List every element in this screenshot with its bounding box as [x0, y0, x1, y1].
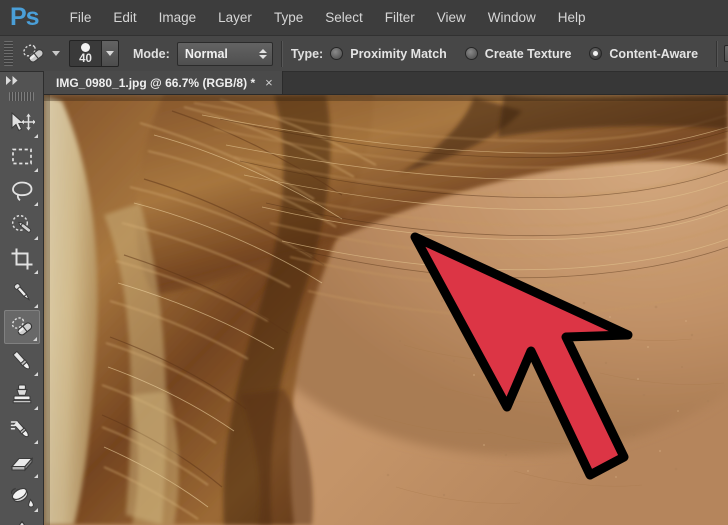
menu-window[interactable]: Window	[477, 6, 547, 29]
brush-picker-dropdown-button[interactable]	[102, 40, 119, 67]
rectangular-marquee-tool-icon	[10, 146, 34, 168]
tool-group-indicator	[34, 372, 38, 376]
tool-group-indicator	[34, 304, 38, 308]
photoshop-logo: Ps	[10, 5, 39, 30]
menu-layer[interactable]: Layer	[207, 6, 263, 29]
tool-quick-selection[interactable]	[4, 208, 40, 242]
menu-help[interactable]: Help	[547, 6, 597, 29]
tool-blur[interactable]	[4, 514, 40, 525]
radio-create-texture-indicator	[465, 47, 478, 60]
history-brush-tool-icon	[9, 417, 35, 441]
radio-content-aware-indicator	[589, 47, 602, 60]
tool-eraser[interactable]	[4, 446, 40, 480]
menu-image[interactable]: Image	[148, 6, 208, 29]
healing-type-radio-group: Proximity Match Create Texture Content-A…	[330, 47, 716, 61]
options-divider	[281, 41, 283, 67]
menu-edit[interactable]: Edit	[102, 6, 147, 29]
document-tab[interactable]: IMG_0980_1.jpg @ 66.7% (RGB/8) * ×	[44, 71, 283, 94]
tool-spot-healing-brush[interactable]	[4, 310, 40, 344]
chevron-down-icon	[106, 51, 114, 56]
document-tab-bar: IMG_0980_1.jpg @ 66.7% (RGB/8) * ×	[44, 72, 728, 95]
type-label: Type:	[291, 47, 323, 61]
options-divider-2	[716, 41, 718, 67]
blend-mode-select[interactable]: Normal	[177, 42, 273, 66]
document-tab-title: IMG_0980_1.jpg @ 66.7% (RGB/8) *	[56, 76, 255, 90]
menu-type[interactable]: Type	[263, 6, 314, 29]
tool-move[interactable]	[4, 106, 40, 140]
radio-proximity-match[interactable]: Proximity Match	[330, 47, 447, 61]
options-bar: 40 Mode: Normal Type: Proximity Match Cr…	[0, 35, 728, 72]
tools-panel-collapse-button[interactable]	[0, 72, 43, 89]
menu-select[interactable]: Select	[314, 6, 374, 29]
tool-group-indicator	[34, 168, 38, 172]
radio-create-texture[interactable]: Create Texture	[465, 47, 572, 61]
canvas-area[interactable]	[44, 95, 728, 525]
brush-tool-icon	[10, 349, 34, 373]
menu-view[interactable]: View	[426, 6, 477, 29]
tool-group-indicator	[34, 202, 38, 206]
double-chevron-right-icon	[5, 75, 21, 86]
brush-preview-dot	[81, 43, 90, 52]
document-image	[44, 95, 728, 525]
tool-group-indicator	[34, 508, 38, 512]
crop-tool-icon	[10, 247, 34, 271]
lasso-tool-icon	[10, 179, 34, 203]
tool-group-indicator	[34, 440, 38, 444]
tool-group-indicator	[34, 406, 38, 410]
spot-healing-brush-tool-icon	[9, 315, 35, 339]
spot-healing-brush-icon[interactable]	[18, 40, 48, 68]
close-icon[interactable]: ×	[265, 76, 273, 89]
mode-stepper-icon	[259, 49, 267, 59]
tool-paint-bucket[interactable]	[4, 480, 40, 514]
tool-group-indicator	[33, 337, 37, 341]
tool-brush[interactable]	[4, 344, 40, 378]
clone-stamp-tool-icon	[10, 383, 34, 407]
eraser-tool-icon	[9, 452, 35, 474]
tool-group-indicator	[34, 270, 38, 274]
photo-hair-and-skin	[44, 95, 728, 525]
tool-rectangular-marquee[interactable]	[4, 140, 40, 174]
brush-size-value: 40	[79, 53, 92, 65]
tool-group-indicator	[34, 134, 38, 138]
photoshop-window: Ps File Edit Image Layer Type Select Fil…	[0, 0, 728, 525]
radio-proximity-match-indicator	[330, 47, 343, 60]
tool-preset-picker-caret[interactable]	[52, 51, 60, 56]
radio-create-texture-label: Create Texture	[485, 47, 572, 61]
tool-crop[interactable]	[4, 242, 40, 276]
sample-all-layers-checkbox[interactable]	[724, 45, 728, 62]
radio-content-aware[interactable]: Content-Aware	[589, 47, 698, 61]
tool-history-brush[interactable]	[4, 412, 40, 446]
brush-size-field[interactable]: 40	[69, 40, 102, 67]
blur-tool-icon	[10, 519, 34, 525]
move-tool-icon	[9, 111, 35, 135]
tool-eyedropper[interactable]	[4, 276, 40, 310]
blend-mode-value: Normal	[185, 47, 228, 61]
menu-bar: Ps File Edit Image Layer Type Select Fil…	[0, 0, 728, 35]
options-bar-drag-handle[interactable]	[4, 41, 13, 66]
paint-bucket-tool-icon	[9, 485, 35, 509]
menu-filter[interactable]: Filter	[374, 6, 426, 29]
mode-label: Mode:	[133, 47, 170, 61]
eyedropper-tool-icon	[10, 281, 34, 305]
tools-panel-drag-handle[interactable]	[9, 92, 34, 101]
tool-group-indicator	[34, 236, 38, 240]
tool-group-indicator	[34, 474, 38, 478]
tool-clone-stamp[interactable]	[4, 378, 40, 412]
radio-proximity-match-label: Proximity Match	[350, 47, 447, 61]
menu-file[interactable]: File	[59, 6, 103, 29]
radio-content-aware-label: Content-Aware	[609, 47, 698, 61]
tools-panel	[0, 72, 44, 525]
tool-lasso[interactable]	[4, 174, 40, 208]
quick-selection-tool-icon	[9, 213, 35, 237]
